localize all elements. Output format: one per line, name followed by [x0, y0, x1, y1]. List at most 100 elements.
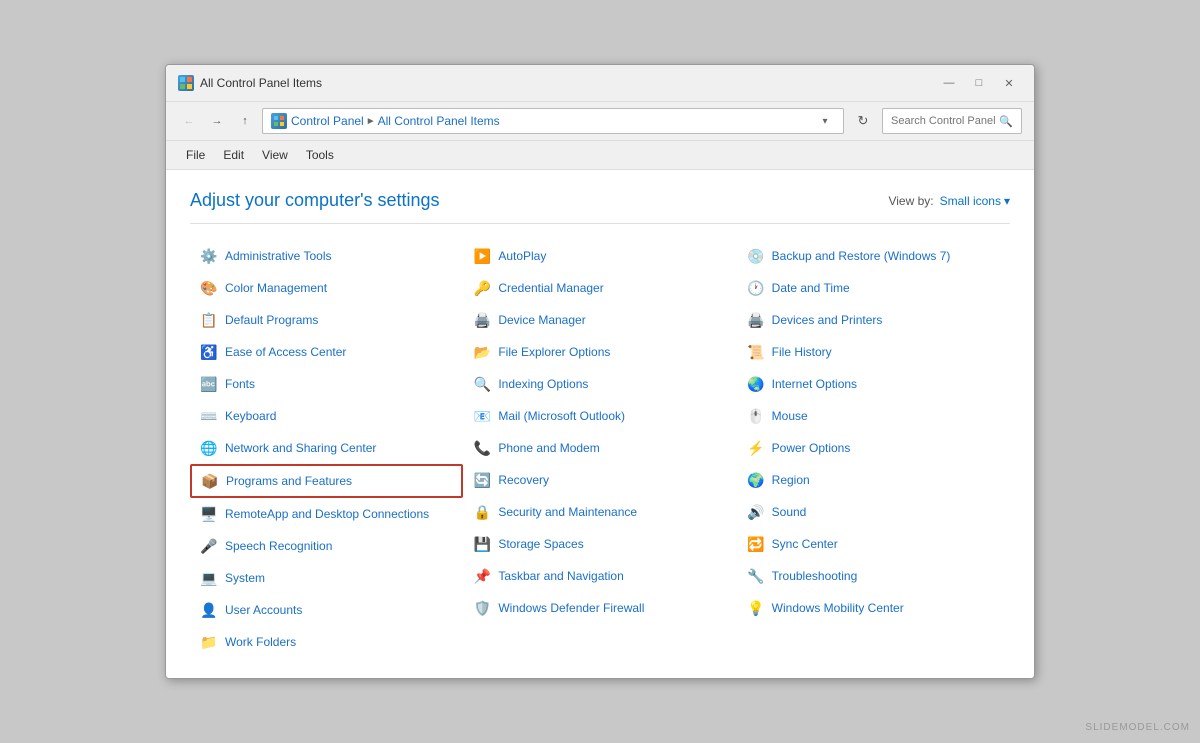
remoteapp-label: RemoteApp and Desktop Connections	[225, 507, 429, 521]
item-file-explorer-options[interactable]: 📂 File Explorer Options	[463, 336, 736, 368]
item-ease-of-access[interactable]: ♿ Ease of Access Center	[190, 336, 463, 368]
item-default-programs[interactable]: 📋 Default Programs	[190, 304, 463, 336]
menu-file[interactable]: File	[178, 145, 213, 165]
troubleshooting-icon: 🔧	[746, 566, 766, 586]
menu-edit[interactable]: Edit	[215, 145, 252, 165]
item-storage-spaces[interactable]: 💾 Storage Spaces	[463, 528, 736, 560]
item-indexing-options[interactable]: 🔍 Indexing Options	[463, 368, 736, 400]
item-sound[interactable]: 🔊 Sound	[737, 496, 1010, 528]
mail-label: Mail (Microsoft Outlook)	[498, 409, 625, 423]
window-title: All Control Panel Items	[200, 76, 322, 90]
address-path: Control Panel ► All Control Panel Items	[291, 114, 811, 128]
user-accounts-icon: 👤	[199, 600, 219, 620]
address-input[interactable]: Control Panel ► All Control Panel Items …	[262, 108, 844, 134]
view-by-label: View by:	[888, 194, 933, 208]
item-network-sharing[interactable]: 🌐 Network and Sharing Center	[190, 432, 463, 464]
item-taskbar-navigation[interactable]: 📌 Taskbar and Navigation	[463, 560, 736, 592]
item-file-history[interactable]: 📜 File History	[737, 336, 1010, 368]
item-internet-options[interactable]: 🌏 Internet Options	[737, 368, 1010, 400]
item-administrative-tools[interactable]: ⚙️ Administrative Tools	[190, 240, 463, 272]
recovery-icon: 🔄	[472, 470, 492, 490]
address-dropdown-button[interactable]: ▾	[815, 108, 835, 134]
menu-view[interactable]: View	[254, 145, 296, 165]
mouse-icon: 🖱️	[746, 406, 766, 426]
phone-modem-icon: 📞	[472, 438, 492, 458]
control-panel-window: All Control Panel Items — □ ✕ ← → ↑ Cont…	[165, 64, 1035, 679]
up-button[interactable]: ↑	[234, 110, 256, 132]
item-credential-manager[interactable]: 🔑 Credential Manager	[463, 272, 736, 304]
item-devices-printers[interactable]: 🖨️ Devices and Printers	[737, 304, 1010, 336]
watermark: SLIDEMODEL.COM	[1085, 722, 1190, 733]
credential-manager-label: Credential Manager	[498, 281, 603, 295]
devices-printers-label: Devices and Printers	[772, 313, 883, 327]
region-label: Region	[772, 473, 810, 487]
item-mail[interactable]: 📧 Mail (Microsoft Outlook)	[463, 400, 736, 432]
mail-icon: 📧	[472, 406, 492, 426]
view-by-arrow: ▾	[1004, 194, 1010, 208]
item-troubleshooting[interactable]: 🔧 Troubleshooting	[737, 560, 1010, 592]
item-system[interactable]: 💻 System	[190, 562, 463, 594]
phone-modem-label: Phone and Modem	[498, 441, 599, 455]
item-fonts[interactable]: 🔤 Fonts	[190, 368, 463, 400]
item-sync-center[interactable]: 🔁 Sync Center	[737, 528, 1010, 560]
security-maintenance-icon: 🔒	[472, 502, 492, 522]
search-input[interactable]	[891, 115, 999, 127]
items-grid: ⚙️ Administrative Tools 🎨 Color Manageme…	[190, 240, 1010, 658]
administrative-tools-label: Administrative Tools	[225, 249, 332, 263]
item-device-manager[interactable]: 🖨️ Device Manager	[463, 304, 736, 336]
work-folders-icon: 📁	[199, 632, 219, 652]
item-date-time[interactable]: 🕐 Date and Time	[737, 272, 1010, 304]
item-power-options[interactable]: ⚡ Power Options	[737, 432, 1010, 464]
windows-defender-firewall-icon: 🛡️	[472, 598, 492, 618]
item-work-folders[interactable]: 📁 Work Folders	[190, 626, 463, 658]
item-recovery[interactable]: 🔄 Recovery	[463, 464, 736, 496]
autoplay-icon: ▶️	[472, 246, 492, 266]
path-all-items[interactable]: All Control Panel Items	[378, 114, 500, 128]
recovery-label: Recovery	[498, 473, 549, 487]
item-backup-restore[interactable]: 💿 Backup and Restore (Windows 7)	[737, 240, 1010, 272]
view-by: View by: Small icons ▾	[888, 194, 1010, 208]
item-color-management[interactable]: 🎨 Color Management	[190, 272, 463, 304]
refresh-button[interactable]: ↻	[850, 108, 876, 134]
column-3: 💿 Backup and Restore (Windows 7) 🕐 Date …	[737, 240, 1010, 658]
maximize-button[interactable]: □	[966, 73, 992, 93]
item-windows-mobility-center[interactable]: 💡 Windows Mobility Center	[737, 592, 1010, 624]
item-mouse[interactable]: 🖱️ Mouse	[737, 400, 1010, 432]
sync-center-label: Sync Center	[772, 537, 838, 551]
back-button[interactable]: ←	[178, 110, 200, 132]
item-remoteapp[interactable]: 🖥️ RemoteApp and Desktop Connections	[190, 498, 463, 530]
ease-of-access-icon: ♿	[199, 342, 219, 362]
speech-recognition-label: Speech Recognition	[225, 539, 332, 553]
autoplay-label: AutoPlay	[498, 249, 546, 263]
path-control-panel[interactable]: Control Panel	[291, 114, 364, 128]
file-explorer-options-icon: 📂	[472, 342, 492, 362]
forward-button[interactable]: →	[206, 110, 228, 132]
programs-features-icon: 📦	[200, 471, 220, 491]
item-windows-defender-firewall[interactable]: 🛡️ Windows Defender Firewall	[463, 592, 736, 624]
close-button[interactable]: ✕	[996, 73, 1022, 93]
item-speech-recognition[interactable]: 🎤 Speech Recognition	[190, 530, 463, 562]
item-programs-features[interactable]: 📦 Programs and Features	[190, 464, 463, 498]
network-sharing-label: Network and Sharing Center	[225, 441, 376, 455]
item-security-maintenance[interactable]: 🔒 Security and Maintenance	[463, 496, 736, 528]
item-phone-modem[interactable]: 📞 Phone and Modem	[463, 432, 736, 464]
path-separator: ►	[366, 116, 376, 127]
windows-mobility-center-icon: 💡	[746, 598, 766, 618]
backup-restore-icon: 💿	[746, 246, 766, 266]
sound-icon: 🔊	[746, 502, 766, 522]
view-by-selector[interactable]: Small icons ▾	[940, 194, 1010, 208]
menu-tools[interactable]: Tools	[298, 145, 342, 165]
item-region[interactable]: 🌍 Region	[737, 464, 1010, 496]
item-autoplay[interactable]: ▶️ AutoPlay	[463, 240, 736, 272]
content-area: Adjust your computer's settings View by:…	[166, 170, 1034, 678]
minimize-button[interactable]: —	[936, 73, 962, 93]
sound-label: Sound	[772, 505, 807, 519]
content-header: Adjust your computer's settings View by:…	[190, 190, 1010, 224]
item-user-accounts[interactable]: 👤 User Accounts	[190, 594, 463, 626]
view-by-value: Small icons	[940, 194, 1001, 208]
power-options-label: Power Options	[772, 441, 851, 455]
speech-recognition-icon: 🎤	[199, 536, 219, 556]
search-box: 🔍	[882, 108, 1022, 134]
programs-features-label: Programs and Features	[226, 474, 352, 488]
item-keyboard[interactable]: ⌨️ Keyboard	[190, 400, 463, 432]
